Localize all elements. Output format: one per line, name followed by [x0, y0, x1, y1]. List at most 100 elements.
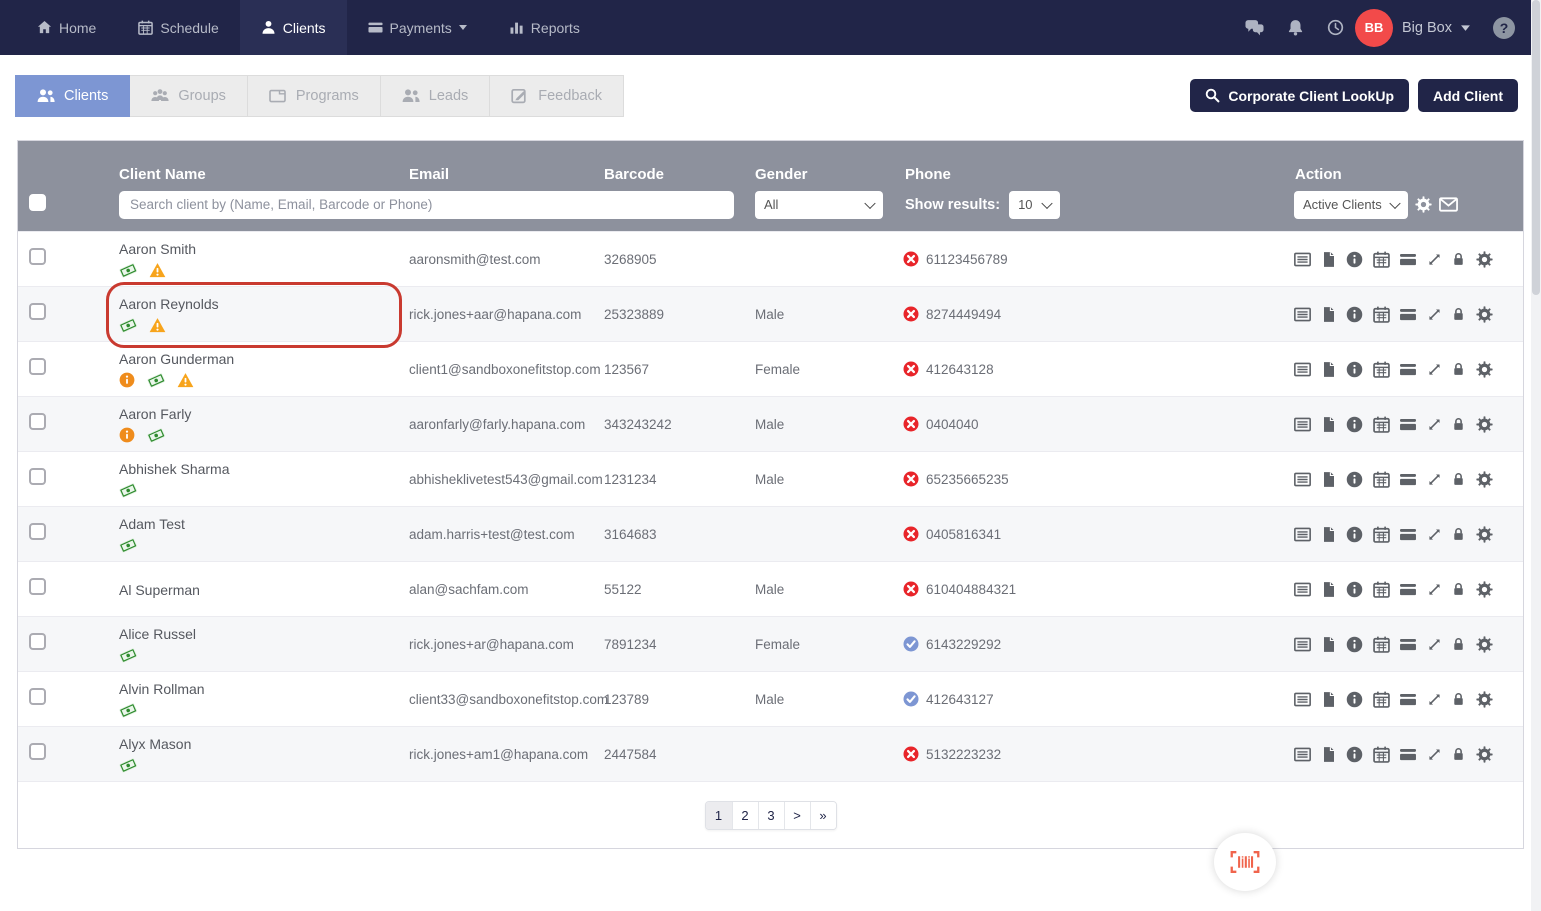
lock-icon[interactable] — [1451, 526, 1466, 542]
tab-groups[interactable]: Groups — [130, 75, 248, 117]
help-icon[interactable]: ? — [1493, 17, 1515, 39]
info-icon[interactable] — [1346, 361, 1363, 378]
nav-item-schedule[interactable]: Schedule — [117, 0, 239, 55]
file-icon[interactable] — [1321, 581, 1337, 598]
calendar-icon[interactable] — [1373, 581, 1390, 598]
notes-icon[interactable] — [1294, 251, 1311, 268]
lock-icon[interactable] — [1451, 746, 1466, 762]
notes-icon[interactable] — [1294, 471, 1311, 488]
tab-clients[interactable]: Clients — [15, 75, 130, 117]
add-client-button[interactable]: Add Client — [1418, 79, 1518, 112]
notes-icon[interactable] — [1294, 691, 1311, 708]
user-menu[interactable]: BB Big Box — [1355, 9, 1470, 47]
calendar-icon[interactable] — [1373, 416, 1390, 433]
lock-icon[interactable] — [1451, 416, 1466, 432]
tab-programs[interactable]: Programs — [248, 75, 381, 117]
transfer-arrows-icon[interactable] — [1427, 252, 1442, 267]
info-icon[interactable] — [1346, 306, 1363, 323]
credit-card-icon[interactable] — [1399, 416, 1417, 433]
cash-badge-icon[interactable] — [119, 701, 137, 719]
file-icon[interactable] — [1321, 361, 1337, 378]
cash-badge-icon[interactable] — [119, 646, 137, 664]
transfer-arrows-icon[interactable] — [1427, 362, 1442, 377]
gear-icon[interactable] — [1476, 526, 1493, 543]
info-icon[interactable] — [1346, 581, 1363, 598]
client-name-link[interactable]: Al Superman — [119, 582, 409, 598]
client-name-link[interactable]: Alice Russel — [119, 626, 409, 642]
scrollbar-thumb[interactable] — [1532, 0, 1540, 295]
notes-icon[interactable] — [1294, 526, 1311, 543]
transfer-arrows-icon[interactable] — [1427, 692, 1442, 707]
file-icon[interactable] — [1321, 416, 1337, 433]
gender-filter-select[interactable]: All — [755, 191, 883, 219]
nav-item-clients[interactable]: Clients — [240, 0, 347, 55]
lock-icon[interactable] — [1451, 691, 1466, 707]
info-badge-icon[interactable] — [119, 372, 135, 388]
info-icon[interactable] — [1346, 746, 1363, 763]
notes-icon[interactable] — [1294, 416, 1311, 433]
info-icon[interactable] — [1346, 471, 1363, 488]
clock-icon[interactable] — [1327, 19, 1344, 36]
row-checkbox[interactable] — [29, 523, 46, 540]
transfer-arrows-icon[interactable] — [1427, 747, 1442, 762]
credit-card-icon[interactable] — [1399, 361, 1417, 378]
lock-icon[interactable] — [1451, 361, 1466, 377]
page-next-button[interactable]: > — [784, 802, 810, 829]
transfer-arrows-icon[interactable] — [1427, 527, 1442, 542]
credit-card-icon[interactable] — [1399, 526, 1417, 543]
page-last-button[interactable]: » — [810, 802, 836, 829]
file-icon[interactable] — [1321, 306, 1337, 323]
notes-icon[interactable] — [1294, 636, 1311, 653]
credit-card-icon[interactable] — [1399, 746, 1417, 763]
transfer-arrows-icon[interactable] — [1427, 582, 1442, 597]
info-icon[interactable] — [1346, 526, 1363, 543]
calendar-icon[interactable] — [1373, 691, 1390, 708]
file-icon[interactable] — [1321, 471, 1337, 488]
tab-leads[interactable]: Leads — [381, 75, 491, 117]
calendar-icon[interactable] — [1373, 526, 1390, 543]
cash-badge-icon[interactable] — [147, 371, 165, 389]
cash-badge-icon[interactable] — [119, 316, 137, 334]
email-envelope-icon[interactable] — [1439, 195, 1458, 214]
file-icon[interactable] — [1321, 526, 1337, 543]
row-checkbox[interactable] — [29, 413, 46, 430]
lock-icon[interactable] — [1451, 471, 1466, 487]
transfer-arrows-icon[interactable] — [1427, 472, 1442, 487]
client-status-filter-select[interactable]: Active Clients — [1294, 191, 1408, 219]
row-checkbox[interactable] — [29, 743, 46, 760]
client-name-link[interactable]: Aaron Farly — [119, 406, 409, 422]
notes-icon[interactable] — [1294, 746, 1311, 763]
nav-item-reports[interactable]: Reports — [488, 0, 601, 55]
info-icon[interactable] — [1346, 636, 1363, 653]
row-checkbox[interactable] — [29, 633, 46, 650]
row-checkbox[interactable] — [29, 688, 46, 705]
barcode-scanner-button[interactable] — [1214, 833, 1276, 891]
show-results-select[interactable]: 10 — [1009, 191, 1060, 219]
client-name-link[interactable]: Adam Test — [119, 516, 409, 532]
cash-badge-icon[interactable] — [119, 261, 137, 279]
nav-item-home[interactable]: Home — [16, 0, 117, 55]
file-icon[interactable] — [1321, 746, 1337, 763]
client-name-link[interactable]: Aaron Reynolds — [119, 296, 409, 312]
credit-card-icon[interactable] — [1399, 581, 1417, 598]
nav-item-payments[interactable]: Payments — [347, 0, 488, 55]
transfer-arrows-icon[interactable] — [1427, 637, 1442, 652]
calendar-icon[interactable] — [1373, 306, 1390, 323]
gear-icon[interactable] — [1476, 636, 1493, 653]
row-checkbox[interactable] — [29, 303, 46, 320]
cash-badge-icon[interactable] — [147, 426, 165, 444]
cash-badge-icon[interactable] — [119, 756, 137, 774]
credit-card-icon[interactable] — [1399, 691, 1417, 708]
gear-icon[interactable] — [1476, 361, 1493, 378]
gear-icon[interactable] — [1476, 746, 1493, 763]
cash-badge-icon[interactable] — [119, 536, 137, 554]
warning-badge-icon[interactable] — [149, 262, 166, 279]
gear-icon[interactable] — [1476, 306, 1493, 323]
info-badge-icon[interactable] — [119, 427, 135, 443]
settings-gear-icon[interactable] — [1415, 196, 1432, 213]
credit-card-icon[interactable] — [1399, 306, 1417, 323]
client-name-link[interactable]: Alvin Rollman — [119, 681, 409, 697]
tab-feedback[interactable]: Feedback — [490, 75, 624, 117]
select-all-checkbox[interactable] — [29, 194, 46, 211]
client-search-input[interactable] — [119, 191, 734, 219]
